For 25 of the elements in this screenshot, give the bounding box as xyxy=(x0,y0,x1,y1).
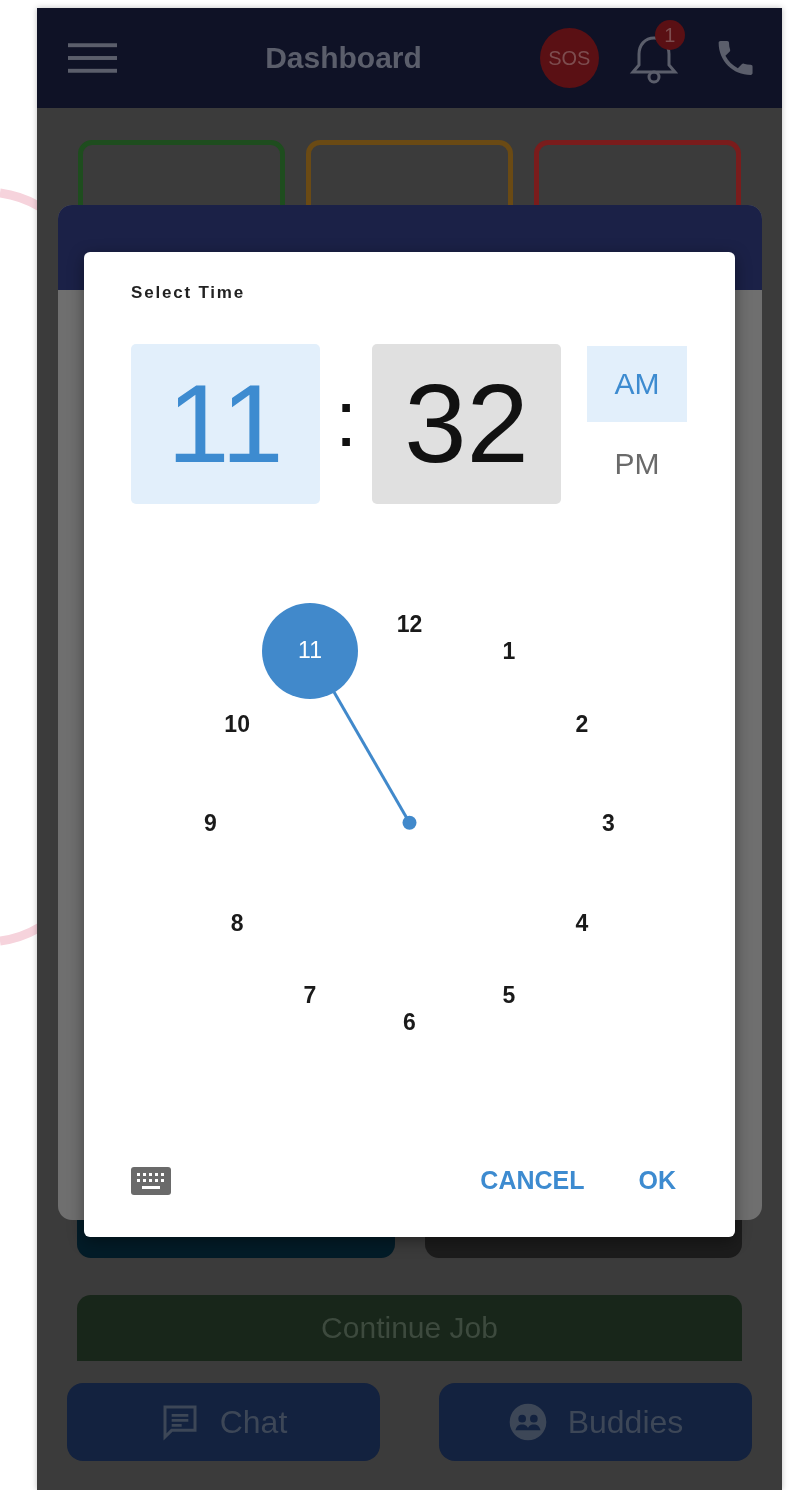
clock-number[interactable]: 11 xyxy=(262,602,358,699)
clock-number[interactable]: 9 xyxy=(204,811,217,835)
curve-decoration xyxy=(0,922,40,946)
period-toggle[interactable]: PM xyxy=(587,426,687,502)
time-separator: : xyxy=(333,373,359,465)
clock-number[interactable]: 2 xyxy=(575,712,589,735)
clock-number[interactable]: 6 xyxy=(403,1010,416,1034)
ok-button[interactable]: OK xyxy=(626,1160,688,1201)
menu-icon[interactable] xyxy=(68,43,118,73)
minute-field[interactable]: 32 xyxy=(372,344,561,504)
curve-decoration xyxy=(0,188,40,212)
clock-number[interactable]: 4 xyxy=(575,911,589,934)
app-bar-title: Dashboard xyxy=(265,41,422,75)
clock-number[interactable]: 7 xyxy=(303,983,317,1007)
people-icon xyxy=(507,1402,548,1442)
dialog-title: Select Time xyxy=(131,283,245,303)
clock-number[interactable]: 8 xyxy=(230,911,244,934)
clock-number[interactable]: 1 xyxy=(502,639,516,663)
clock-number[interactable]: 12 xyxy=(396,612,423,636)
notification-badge: 1 xyxy=(654,20,685,50)
clock-number[interactable]: 10 xyxy=(224,712,250,735)
keyboard-icon[interactable] xyxy=(131,1166,171,1195)
cancel-button[interactable]: CANCEL xyxy=(468,1160,597,1201)
clock-number[interactable]: 3 xyxy=(602,811,615,835)
clock-number[interactable]: 5 xyxy=(502,983,516,1007)
